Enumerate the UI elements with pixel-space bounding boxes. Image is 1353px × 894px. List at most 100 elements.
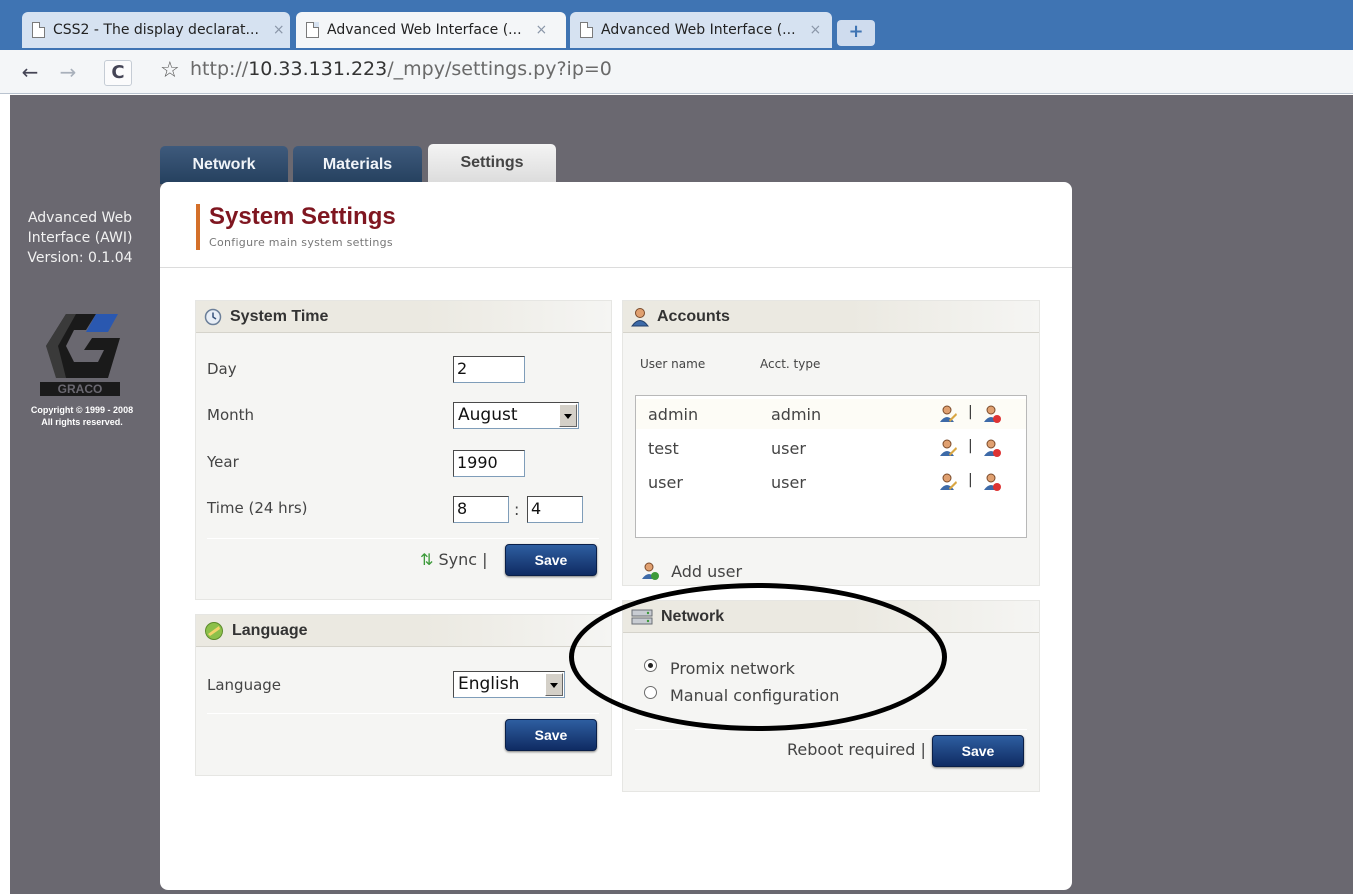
account-type: admin [771,405,822,424]
app-version: Version: 0.1.04 [27,250,133,266]
sync-icon: ⇅ [420,550,434,569]
account-row[interactable]: user user | [636,467,1026,497]
page-icon [32,22,45,38]
account-actions: | [938,470,1010,494]
chevron-down-icon[interactable] [545,673,563,696]
month-select-value: August [458,405,518,425]
browser-tab-css2[interactable]: CSS2 - The display declarat... × [22,12,290,48]
minute-input[interactable]: 4 [527,496,583,523]
back-arrow-icon[interactable]: ← [16,60,44,86]
clock-icon [204,308,222,325]
svg-text:GRACO: GRACO [58,382,103,396]
hour-input[interactable]: 8 [453,496,509,523]
language-label: Language [207,676,282,694]
delete-user-icon[interactable] [982,438,1002,458]
column-header-acct-type: Acct. type [760,357,821,371]
accounts-title: Accounts [657,307,730,325]
page-icon [580,22,593,38]
browser-tab-bar: CSS2 - The display declarat... × Advance… [0,0,1353,50]
accounts-header: Accounts [623,301,1039,333]
delete-user-icon[interactable] [982,472,1002,492]
edit-user-icon[interactable] [938,472,958,492]
url-path: /_mpy/settings.py?ip=0 [387,58,612,80]
account-name: test [648,439,679,458]
edit-user-icon[interactable] [938,438,958,458]
close-icon[interactable]: × [273,22,285,38]
language-title: Language [232,621,308,639]
globe-icon [205,621,223,640]
language-select[interactable]: English [453,671,565,698]
year-label: Year [207,453,239,471]
day-input[interactable]: 2 [453,356,525,383]
title-divider [160,267,1072,268]
graco-logo: GRACO [40,314,120,396]
browser-tab-label: Advanced Web Interface (... [327,22,522,38]
tab-settings[interactable]: Settings [428,144,556,186]
browser-tab-awi[interactable]: Advanced Web Interface (... × [570,12,832,48]
copyright-text: Copyright © 1999 - 2008 All rights reser… [14,404,150,428]
account-name: admin [648,405,699,424]
account-actions: | [938,436,1010,460]
language-select-value: English [458,674,520,694]
divider [207,538,599,539]
time-separator: : [514,500,520,519]
url-prefix: http:// [190,58,249,80]
url-host: 10.33.131.223 [248,58,388,80]
add-user-link[interactable]: Add user [640,561,742,581]
account-name: user [648,473,683,492]
system-time-header: System Time [196,301,611,333]
save-network-button[interactable]: Save [932,735,1024,767]
reload-icon[interactable]: C [104,60,132,86]
year-input[interactable]: 1990 [453,450,525,477]
close-icon[interactable]: × [810,22,822,38]
month-select[interactable]: August [453,402,579,429]
sync-label: Sync | [438,550,488,569]
copyright-line1: Copyright © 1999 - 2008 [30,405,134,415]
add-user-label: Add user [671,562,743,581]
divider [207,713,599,714]
reboot-required-text: Reboot required | [787,740,926,759]
action-separator: | [968,404,973,420]
edit-user-icon[interactable] [938,404,958,424]
page-subtitle: Configure main system settings [209,236,393,249]
close-icon[interactable]: × [536,22,548,38]
language-header: Language [196,615,611,647]
annotation-ellipse [569,583,947,731]
user-icon [631,307,649,326]
page-icon [306,22,319,38]
action-separator: | [968,472,973,488]
time-label: Time (24 hrs) [207,499,308,517]
account-row[interactable]: test user | [636,433,1026,463]
column-header-username: User name [640,357,706,371]
delete-user-icon[interactable] [982,404,1002,424]
account-actions: | [938,402,1010,426]
month-label: Month [207,406,255,424]
address-bar[interactable]: http://10.33.131.223/_mpy/settings.py?ip… [190,58,612,80]
accounts-list: admin admin | test user | user user | [635,395,1027,538]
page-title: System Settings [209,203,396,230]
new-tab-button[interactable]: + [837,20,875,46]
browser-tab-label: CSS2 - The display declarat... [53,22,259,38]
add-user-icon [642,562,659,580]
copyright-line2: All rights reserved. [41,417,123,427]
day-label: Day [207,360,237,378]
chevron-down-icon[interactable] [559,404,577,427]
tab-materials[interactable]: Materials [293,146,422,184]
title-accent-bar [196,204,200,250]
browser-tab-awi-active[interactable]: Advanced Web Interface (... × [296,12,566,48]
app-name-line1: Advanced Web [27,210,133,226]
tab-network[interactable]: Network [160,146,288,184]
forward-arrow-icon[interactable]: → [54,60,82,86]
save-system-time-button[interactable]: Save [505,544,597,576]
system-time-title: System Time [230,307,329,325]
app-name-line2: Interface (AWI) [27,230,133,246]
save-language-button[interactable]: Save [505,719,597,751]
browser-tab-label: Advanced Web Interface (... [601,22,796,38]
bookmark-star-icon[interactable]: ☆ [160,58,180,83]
app-info: Advanced Web Interface (AWI) Version: 0.… [10,208,150,268]
action-separator: | [968,438,973,454]
divider [635,729,1027,730]
account-type: user [771,473,806,492]
account-row[interactable]: admin admin | [636,399,1026,429]
sync-link[interactable]: ⇅ Sync | [420,550,488,569]
